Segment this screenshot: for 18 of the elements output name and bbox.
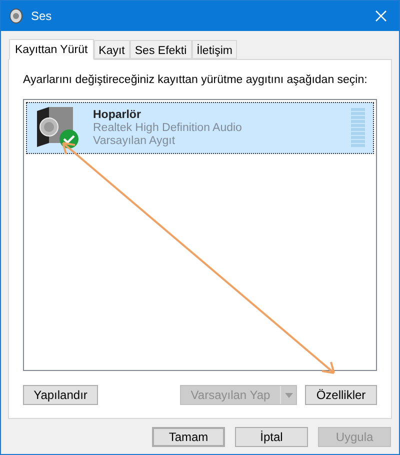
tab[interactable]: İletişim (192, 40, 238, 59)
button[interactable]: İptal (235, 427, 308, 447)
button[interactable]: Yapılandır (23, 385, 98, 406)
window-title: Ses (31, 8, 52, 25)
device-row[interactable]: Hoparlör Realtek High Definition Audio Varsayılan Aygıt (26, 102, 374, 154)
instruction-text: Ayarlarını değiştireceğiniz kayıttan yürütme aygıtını aşağıdan seçin: (23, 73, 368, 88)
device-status: Varsayılan Aygıt (93, 134, 176, 148)
speaker-icon (9, 8, 23, 24)
tab[interactable]: Kayıt (94, 40, 130, 59)
close-icon[interactable] (375, 10, 387, 22)
tab[interactable]: Ses Efekti (130, 40, 192, 59)
button[interactable]: Tamam (152, 427, 225, 447)
level-meter-icon (351, 108, 365, 148)
tab[interactable]: Kayıttan Yürüt (9, 39, 94, 60)
button-label: Varsayılan Yap (190, 387, 272, 404)
device-name: Hoparlör (93, 108, 142, 122)
device-driver: Realtek High Definition Audio (93, 122, 243, 135)
button[interactable]: Özellikler (305, 385, 377, 406)
